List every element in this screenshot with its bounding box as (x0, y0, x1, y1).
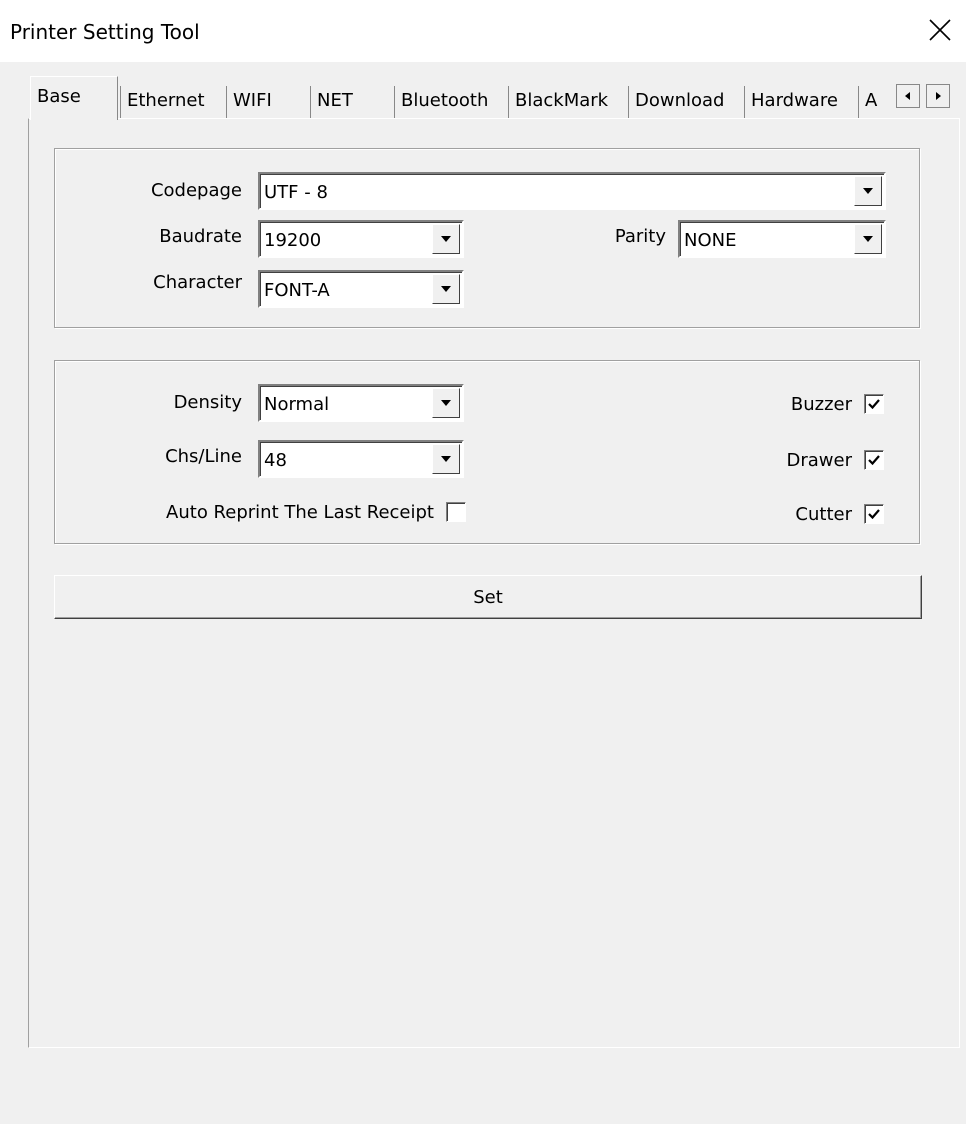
drawer-label: Drawer (786, 450, 853, 471)
baudrate-select[interactable]: 19200 (258, 220, 464, 258)
buzzer-label: Buzzer (790, 394, 852, 415)
checkmark-icon (868, 455, 880, 466)
tab-label: BlackMark (515, 90, 609, 111)
cutter-label: Cutter (795, 504, 852, 525)
chs-line-value: 48 (264, 450, 287, 471)
drawer-checkbox[interactable] (864, 450, 884, 470)
chevron-down-icon[interactable] (432, 444, 460, 474)
tab-a[interactable]: A (858, 86, 898, 118)
density-label: Density (173, 392, 242, 413)
tab-strip: Base Ethernet WIFI NET Bluetooth BlackMa… (30, 76, 930, 120)
tab-label: NET (317, 90, 353, 111)
tab-ethernet[interactable]: Ethernet (120, 86, 226, 118)
chs-line-label: Chs/Line (165, 446, 242, 467)
tab-blackmark[interactable]: BlackMark (508, 86, 628, 118)
printer-setting-window: Printer Setting Tool Base Ethernet WIFI … (0, 0, 966, 1124)
codepage-value: UTF - 8 (264, 182, 328, 203)
tab-label: Base (37, 86, 81, 107)
parity-label: Parity (614, 226, 666, 247)
window-title: Printer Setting Tool (10, 20, 200, 44)
tab-label: Bluetooth (401, 90, 489, 111)
checkmark-icon (868, 399, 880, 410)
cutter-checkbox[interactable] (864, 504, 884, 524)
tab-bluetooth[interactable]: Bluetooth (394, 86, 508, 118)
character-select[interactable]: FONT-A (258, 270, 464, 308)
close-icon[interactable] (922, 12, 958, 48)
parity-value: NONE (684, 230, 737, 251)
density-select[interactable]: Normal (258, 384, 464, 422)
baudrate-label: Baudrate (159, 226, 242, 247)
set-button-label: Set (473, 586, 503, 608)
arrow-right-icon[interactable] (926, 84, 950, 108)
set-button[interactable]: Set (54, 575, 922, 619)
tab-label: WIFI (233, 90, 272, 111)
arrow-left-icon[interactable] (896, 84, 920, 108)
chevron-down-icon[interactable] (432, 224, 460, 254)
title-bar: Printer Setting Tool (0, 0, 966, 62)
tab-label: A (865, 90, 878, 111)
chevron-down-icon[interactable] (854, 224, 882, 254)
codepage-select[interactable]: UTF - 8 (258, 172, 886, 210)
character-value: FONT-A (264, 280, 330, 301)
tab-base[interactable]: Base (30, 76, 118, 120)
buzzer-checkbox[interactable] (864, 394, 884, 414)
chevron-down-icon[interactable] (432, 388, 460, 418)
auto-reprint-checkbox[interactable] (446, 502, 466, 522)
codepage-label: Codepage (150, 180, 242, 201)
chs-line-select[interactable]: 48 (258, 440, 464, 478)
character-label: Character (153, 272, 242, 293)
tab-label: Download (635, 90, 725, 111)
parity-select[interactable]: NONE (678, 220, 886, 258)
chevron-down-icon[interactable] (854, 176, 882, 206)
tab-label: Hardware (751, 90, 838, 111)
tab-wifi[interactable]: WIFI (226, 86, 310, 118)
chevron-down-icon[interactable] (432, 274, 460, 304)
checkmark-icon (868, 509, 880, 520)
density-value: Normal (264, 394, 330, 415)
tab-download[interactable]: Download (628, 86, 744, 118)
tab-hardware[interactable]: Hardware (744, 86, 858, 118)
tab-net[interactable]: NET (310, 86, 392, 118)
baudrate-value: 19200 (264, 230, 322, 251)
auto-reprint-label: Auto Reprint The Last Receipt (166, 502, 434, 523)
tab-label: Ethernet (127, 90, 205, 111)
